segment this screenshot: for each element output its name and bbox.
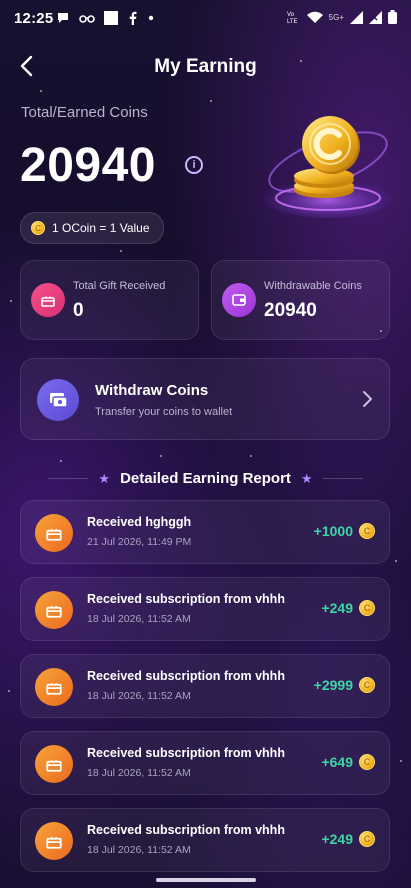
gift-icon xyxy=(35,745,73,783)
report-header: ★ Detailed Earning Report ★ xyxy=(0,470,411,487)
chevron-right-icon xyxy=(363,391,372,407)
earning-title: Received subscription from vhhh xyxy=(87,746,285,760)
coin-letter: C xyxy=(363,757,371,767)
wallet-icon xyxy=(222,283,256,317)
earning-amount-value: +249 xyxy=(321,831,353,847)
app-notification-icon xyxy=(104,11,118,25)
earning-row[interactable]: Received subscription from vhhh 18 Jul 2… xyxy=(20,808,390,872)
gift-received-label: Total Gift Received xyxy=(73,280,166,292)
divider xyxy=(48,478,89,479)
earning-amount: +249 C xyxy=(321,600,375,616)
earning-title: Received subscription from vhhh xyxy=(87,823,285,837)
dot-icon xyxy=(148,15,154,21)
coin-icon: C xyxy=(31,221,45,235)
withdrawable-coins-label: Withdrawable Coins xyxy=(264,280,362,292)
svg-text:LTE: LTE xyxy=(287,19,298,24)
earning-title: Received hghggh xyxy=(87,515,192,529)
gift-icon xyxy=(35,591,73,629)
earning-title: Received subscription from vhhh xyxy=(87,669,285,683)
coin-icon: C xyxy=(359,677,375,693)
chat-icon xyxy=(58,13,68,23)
status-time: 12:25 xyxy=(14,10,54,27)
earning-title: Received subscription from vhhh xyxy=(87,592,285,606)
withdrawable-coins-value: 20940 xyxy=(264,300,317,321)
earning-amount-value: +1000 xyxy=(313,523,353,539)
divider xyxy=(322,478,363,479)
conversion-rate-text: 1 OCoin = 1 Value xyxy=(52,221,150,235)
total-coins-label: Total/Earned Coins xyxy=(21,104,148,121)
notification-icons xyxy=(56,11,154,25)
facebook-icon xyxy=(129,11,137,25)
earning-time: 18 Jul 2026, 11:52 AM xyxy=(87,844,191,856)
earning-time: 18 Jul 2026, 11:52 AM xyxy=(87,690,191,702)
earning-amount-value: +249 xyxy=(321,600,353,616)
report-title: Detailed Earning Report xyxy=(120,470,291,487)
coin-letter: C xyxy=(363,834,371,844)
network-type: 5G+ xyxy=(328,12,344,22)
info-symbol: i xyxy=(192,159,196,171)
withdrawable-coins-card: Withdrawable Coins 20940 xyxy=(211,260,390,340)
info-icon[interactable]: i xyxy=(185,156,203,174)
signal-2-icon xyxy=(369,10,382,24)
coin-stack-illustration xyxy=(260,116,396,218)
gift-icon xyxy=(35,822,73,860)
glasses-icon xyxy=(79,15,95,23)
signal-icon xyxy=(350,10,363,24)
gift-icon xyxy=(35,514,73,552)
earning-row[interactable]: Received subscription from vhhh 18 Jul 2… xyxy=(20,577,390,641)
earning-amount: +2999 C xyxy=(314,677,375,693)
coin-letter: C xyxy=(363,603,371,613)
coin-letter: C xyxy=(35,223,41,233)
earning-row[interactable]: Received subscription from vhhh 18 Jul 2… xyxy=(20,731,390,795)
earning-row[interactable]: Received hghggh 21 Jul 2026, 11:49 PM +1… xyxy=(20,500,390,564)
coin-icon: C xyxy=(359,523,375,539)
gift-received-value: 0 xyxy=(73,300,84,321)
earning-time: 18 Jul 2026, 11:52 AM xyxy=(87,767,191,779)
volte-icon: VoLTE xyxy=(287,12,298,24)
conversion-rate-pill: C 1 OCoin = 1 Value xyxy=(20,212,164,244)
earning-amount-value: +2999 xyxy=(313,677,353,693)
earning-amount: +649 C xyxy=(321,754,375,770)
earning-time: 21 Jul 2026, 11:49 PM xyxy=(87,536,192,548)
gift-icon xyxy=(31,283,65,317)
earning-amount: +1000 C xyxy=(314,523,375,539)
earning-row[interactable]: Received subscription from vhhh 18 Jul 2… xyxy=(20,654,390,718)
svg-text:Vo: Vo xyxy=(287,12,295,18)
earning-amount: +249 C xyxy=(321,831,375,847)
battery-icon xyxy=(388,10,397,24)
star-icon: ★ xyxy=(98,470,111,486)
gift-received-card: Total Gift Received 0 xyxy=(20,260,199,340)
money-transfer-icon xyxy=(37,379,79,421)
coin-icon: C xyxy=(359,754,375,770)
coin-icon: C xyxy=(359,831,375,847)
system-icons: Vo LTE 5G+ xyxy=(287,10,397,24)
coin-letter: C xyxy=(363,526,371,536)
coin-letter: C xyxy=(363,680,371,690)
withdraw-title: Withdraw Coins xyxy=(95,382,209,399)
wifi-icon xyxy=(306,11,323,23)
home-indicator[interactable] xyxy=(156,878,256,882)
gift-icon xyxy=(35,668,73,706)
withdraw-coins-button[interactable]: Withdraw Coins Transfer your coins to wa… xyxy=(20,358,390,440)
coin-icon: C xyxy=(359,600,375,616)
withdraw-subtitle: Transfer your coins to wallet xyxy=(95,406,233,418)
star-icon: ★ xyxy=(300,470,313,486)
earning-amount-value: +649 xyxy=(321,754,353,770)
status-bar: 12:25 Vo LTE 5G+ xyxy=(0,0,411,36)
total-coins-value: 20940 xyxy=(20,139,156,192)
earning-time: 18 Jul 2026, 11:52 AM xyxy=(87,613,191,625)
page-title: My Earning xyxy=(154,56,257,77)
